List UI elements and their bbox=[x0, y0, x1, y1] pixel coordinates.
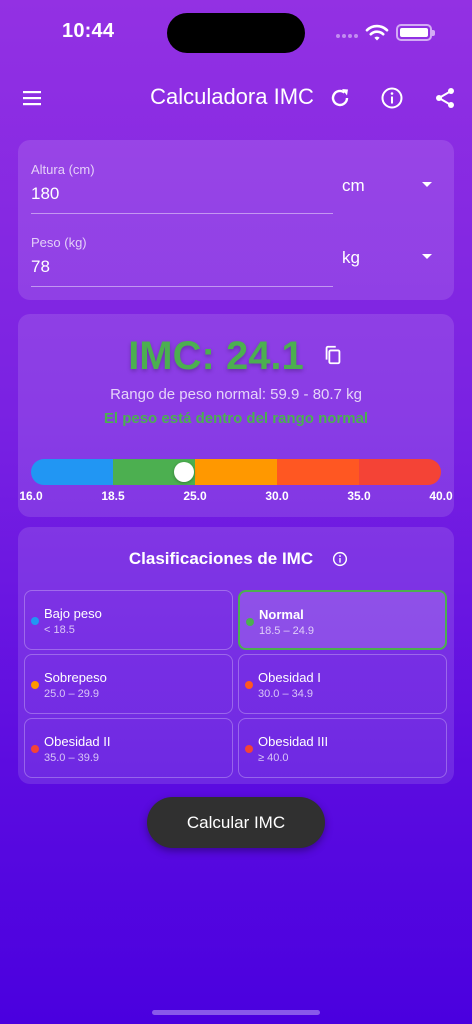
height-input[interactable]: 180 bbox=[31, 184, 59, 204]
classification-color-dot bbox=[246, 618, 254, 626]
weight-input[interactable]: 78 bbox=[31, 257, 50, 277]
weight-input-underline bbox=[31, 286, 333, 287]
classification-color-dot bbox=[31, 681, 39, 689]
share-icon[interactable] bbox=[431, 84, 459, 112]
classification-range: ≥ 40.0 bbox=[258, 752, 289, 764]
bmi-scale-indicator bbox=[173, 462, 194, 482]
classification-color-dot bbox=[245, 745, 253, 753]
classification-range: 35.0 – 39.9 bbox=[44, 752, 100, 764]
result-card: IMC: 24.1 Rango de peso normal: 59.9 - 8… bbox=[18, 314, 454, 517]
scale-tick-label: 30.0 bbox=[265, 489, 289, 503]
scale-tick-label: 16.0 bbox=[19, 489, 43, 503]
chevron-down-icon[interactable] bbox=[422, 254, 432, 259]
scale-tick-label: 18.5 bbox=[101, 489, 125, 503]
refresh-icon[interactable] bbox=[326, 84, 354, 112]
classification-name: Sobrepeso bbox=[44, 670, 107, 685]
height-label: Altura (cm) bbox=[31, 162, 95, 177]
classifications-title: Clasificaciones de IMC bbox=[128, 549, 314, 568]
scale-tick-label: 35.0 bbox=[347, 489, 371, 503]
classification-range: < 18.5 bbox=[44, 624, 75, 636]
classification-range: 25.0 – 29.9 bbox=[44, 688, 100, 700]
bmi-scale-bar bbox=[31, 459, 441, 485]
classification-color-dot bbox=[31, 745, 39, 753]
classification-range: 18.5 – 24.9 bbox=[259, 625, 315, 637]
wifi-icon bbox=[365, 24, 389, 41]
chevron-down-icon[interactable] bbox=[422, 182, 432, 187]
classification-name: Obesidad II bbox=[44, 734, 111, 749]
info-icon[interactable] bbox=[378, 84, 406, 112]
app-bar: Calculadora IMC bbox=[0, 70, 472, 126]
home-indicator bbox=[152, 1010, 320, 1015]
copy-icon[interactable] bbox=[322, 344, 344, 366]
normal-weight-range: Rango de peso normal: 59.9 - 80.7 kg bbox=[110, 386, 362, 403]
info-icon[interactable] bbox=[332, 551, 348, 567]
classification-color-dot bbox=[245, 681, 253, 689]
classification-tile: Sobrepeso 25.0 – 29.9 bbox=[24, 654, 233, 714]
scale-segment bbox=[195, 459, 277, 485]
cellular-signal-icon bbox=[336, 34, 360, 40]
bmi-status: El peso está dentro del rango normal bbox=[103, 410, 369, 427]
status-bar: 10:44 bbox=[0, 0, 472, 64]
status-time: 10:44 bbox=[62, 20, 115, 42]
weight-label: Peso (kg) bbox=[31, 235, 87, 250]
classification-tile: Normal 18.5 – 24.9 bbox=[238, 590, 447, 650]
classification-name: Normal bbox=[259, 607, 304, 622]
input-card: Altura (cm) 180 cm Peso (kg) 78 kg bbox=[18, 140, 454, 300]
classification-tile: Bajo peso < 18.5 bbox=[24, 590, 233, 650]
height-input-underline bbox=[31, 213, 333, 214]
classification-card: Clasificaciones de IMC Bajo peso < 18.5 No… bbox=[18, 527, 454, 784]
classification-range: 30.0 – 34.9 bbox=[258, 688, 314, 700]
calculate-button[interactable]: Calcular IMC bbox=[147, 797, 325, 848]
battery-icon bbox=[396, 24, 435, 41]
classification-tile: Obesidad I 30.0 – 34.9 bbox=[238, 654, 447, 714]
classification-name: Obesidad I bbox=[258, 670, 321, 685]
classification-name: Obesidad III bbox=[258, 734, 329, 749]
classification-tile: Obesidad III ≥ 40.0 bbox=[238, 718, 447, 778]
scale-segment bbox=[359, 459, 441, 485]
scale-tick-label: 25.0 bbox=[183, 489, 207, 503]
classification-name: Bajo peso bbox=[44, 606, 102, 621]
bmi-value: IMC: 24.1 bbox=[128, 334, 304, 378]
scale-segment bbox=[31, 459, 113, 485]
scale-segment bbox=[277, 459, 359, 485]
dynamic-island bbox=[167, 13, 305, 53]
classification-tile: Obesidad II 35.0 – 39.9 bbox=[24, 718, 233, 778]
scale-tick-label: 40.0 bbox=[429, 489, 453, 503]
classification-color-dot bbox=[31, 617, 39, 625]
height-unit-select[interactable]: cm bbox=[342, 176, 365, 196]
weight-unit-select[interactable]: kg bbox=[342, 248, 360, 268]
